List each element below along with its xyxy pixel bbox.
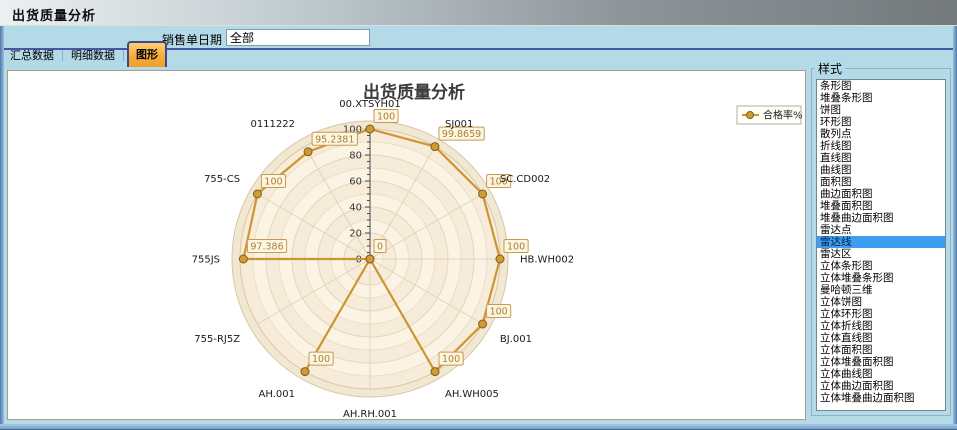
svg-text:20: 20 xyxy=(349,229,362,240)
svg-text:SC.CD002: SC.CD002 xyxy=(500,174,550,185)
svg-text:100: 100 xyxy=(312,354,330,365)
style-option[interactable]: 环形图 xyxy=(817,116,945,128)
svg-text:合格率%: 合格率% xyxy=(763,109,803,122)
style-option[interactable]: 立体曲线图 xyxy=(817,368,945,380)
svg-text:0111222: 0111222 xyxy=(250,119,295,130)
style-option[interactable]: 立体堆叠面积图 xyxy=(817,356,945,368)
svg-text:AH.001: AH.001 xyxy=(259,389,295,400)
style-option[interactable]: 雷达点 xyxy=(817,224,945,236)
window-border-left xyxy=(0,26,4,430)
tab-summary[interactable]: 汇总数据 xyxy=(5,44,59,67)
svg-text:HB.WH002: HB.WH002 xyxy=(520,255,574,266)
style-option[interactable]: 堆叠条形图 xyxy=(817,92,945,104)
style-option[interactable]: 条形图 xyxy=(817,80,945,92)
svg-text:99.8659: 99.8659 xyxy=(442,129,481,140)
style-option[interactable]: 曼哈顿三维 xyxy=(817,284,945,296)
svg-text:100: 100 xyxy=(490,307,508,318)
svg-text:40: 40 xyxy=(349,203,362,214)
style-option[interactable]: 饼图 xyxy=(817,104,945,116)
window-border-bottom xyxy=(0,424,957,430)
svg-text:SJ001: SJ001 xyxy=(445,119,473,130)
style-option[interactable]: 立体环形图 xyxy=(817,308,945,320)
page-title: 出货质量分析 xyxy=(12,5,96,24)
style-option[interactable]: 折线图 xyxy=(817,140,945,152)
svg-text:BJ.001: BJ.001 xyxy=(500,334,532,345)
tab-divider xyxy=(123,50,124,61)
style-panel-title: 样式 xyxy=(815,60,845,77)
style-option[interactable]: 立体条形图 xyxy=(817,260,945,272)
style-option[interactable]: 立体直线图 xyxy=(817,332,945,344)
style-option[interactable]: 堆叠面积图 xyxy=(817,200,945,212)
radar-chart: 02040608010010099.8659100100100100010009… xyxy=(8,71,805,419)
svg-text:0: 0 xyxy=(377,242,383,253)
tab-bar: 汇总数据明细数据图形 xyxy=(5,44,167,67)
svg-text:755JS: 755JS xyxy=(192,255,220,266)
titlebar: 出货质量分析 xyxy=(0,0,957,26)
tab-divider xyxy=(62,50,63,61)
style-option[interactable]: 立体饼图 xyxy=(817,296,945,308)
sales-date-input[interactable] xyxy=(226,29,370,46)
svg-text:AH.RH.001: AH.RH.001 xyxy=(343,409,397,419)
style-option[interactable]: 曲线图 xyxy=(817,164,945,176)
svg-text:80: 80 xyxy=(349,151,362,162)
style-panel: 样式 条形图堆叠条形图饼图环形图散列点折线图直线图曲线图面积图曲边面积图堆叠面积… xyxy=(811,60,951,416)
app-window: 出货质量分析 销售单日期 汇总数据明细数据图形 0204060801001009… xyxy=(0,0,957,430)
svg-text:755-CS: 755-CS xyxy=(204,174,240,185)
style-option[interactable]: 立体面积图 xyxy=(817,344,945,356)
svg-text:100: 100 xyxy=(377,112,395,123)
tab-chart[interactable]: 图形 xyxy=(127,41,167,67)
svg-text:97.386: 97.386 xyxy=(250,242,283,253)
style-option[interactable]: 曲边面积图 xyxy=(817,188,945,200)
style-option[interactable]: 堆叠曲边面积图 xyxy=(817,212,945,224)
style-option[interactable]: 面积图 xyxy=(817,176,945,188)
svg-text:755-RJ5Z: 755-RJ5Z xyxy=(194,334,240,345)
style-option[interactable]: 散列点 xyxy=(817,128,945,140)
style-option[interactable]: 立体折线图 xyxy=(817,320,945,332)
svg-text:100: 100 xyxy=(507,242,525,253)
style-listbox[interactable]: 条形图堆叠条形图饼图环形图散列点折线图直线图曲线图面积图曲边面积图堆叠面积图堆叠… xyxy=(816,79,946,411)
svg-text:AH.WH005: AH.WH005 xyxy=(445,389,499,400)
svg-text:100: 100 xyxy=(442,354,460,365)
window-border-right xyxy=(953,26,957,430)
chart-panel: 02040608010010099.8659100100100100010009… xyxy=(7,70,806,420)
style-option[interactable]: 立体堆叠条形图 xyxy=(817,272,945,284)
svg-text:出货质量分析: 出货质量分析 xyxy=(363,82,465,103)
svg-text:100: 100 xyxy=(264,177,282,188)
style-option[interactable]: 雷达区 xyxy=(817,248,945,260)
style-option[interactable]: 立体曲边面积图 xyxy=(817,380,945,392)
svg-text:95.2381: 95.2381 xyxy=(315,134,354,145)
style-option[interactable]: 直线图 xyxy=(817,152,945,164)
svg-text:60: 60 xyxy=(349,177,362,188)
style-option[interactable]: 雷达线 xyxy=(817,236,945,248)
style-option[interactable]: 立体堆叠曲边面积图 xyxy=(817,392,945,404)
tab-detail[interactable]: 明细数据 xyxy=(66,44,120,67)
